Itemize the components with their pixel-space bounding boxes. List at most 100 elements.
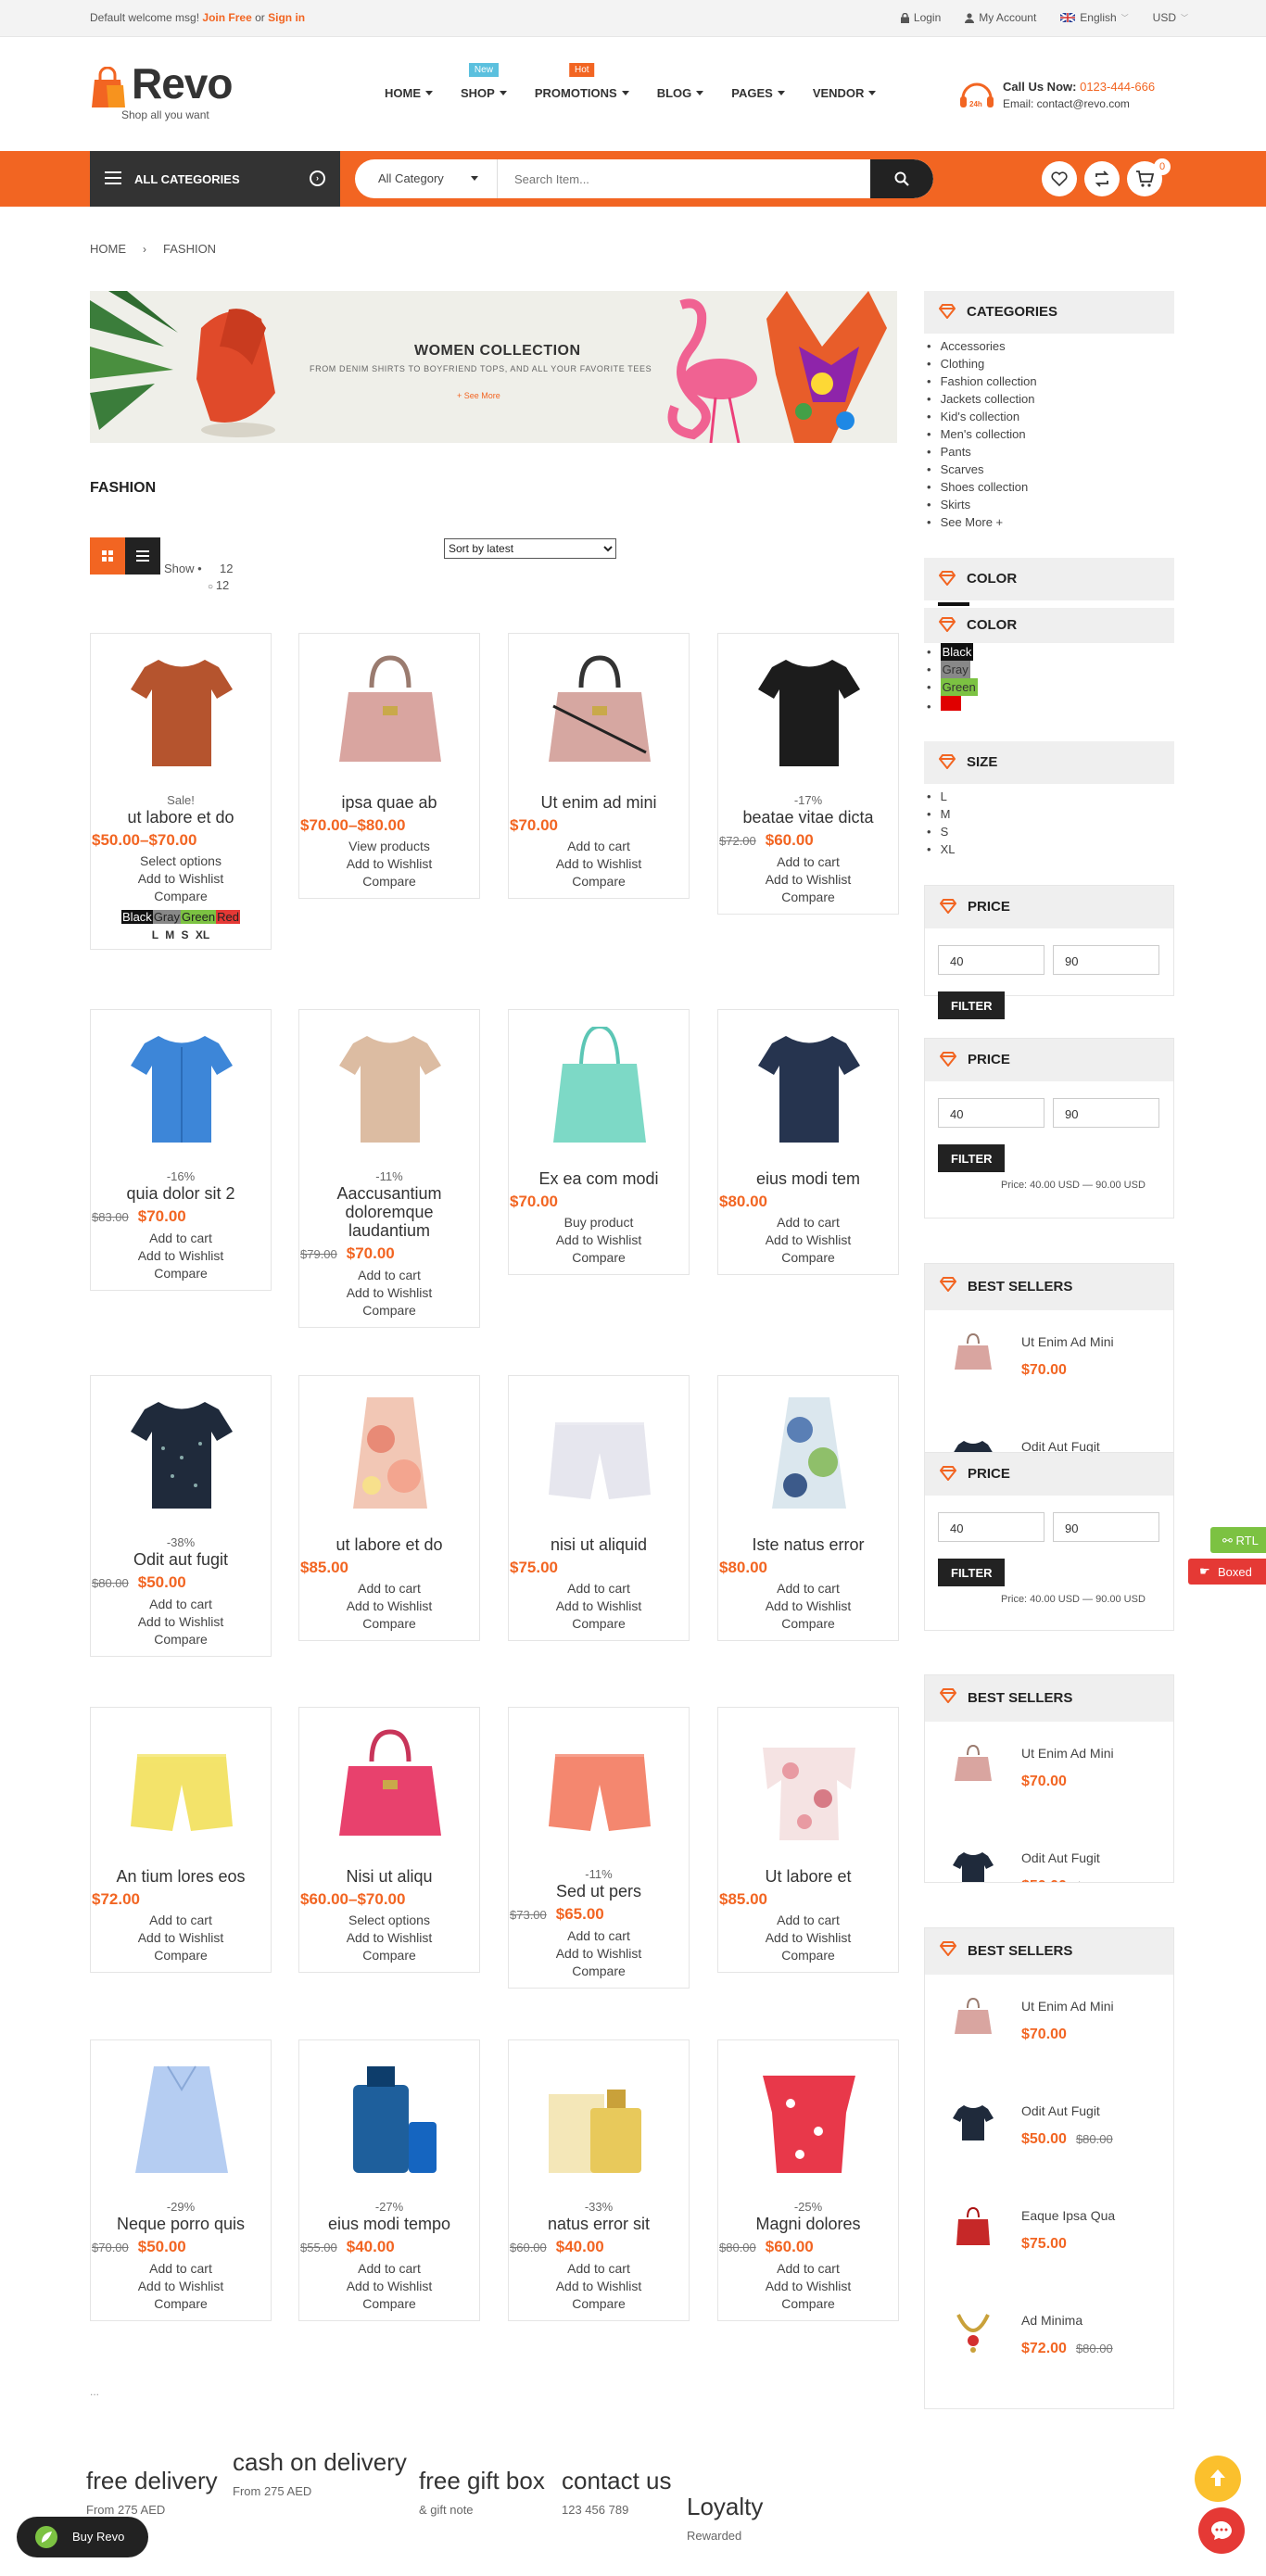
- search-category-select[interactable]: All Category: [355, 159, 498, 198]
- product-action-add-to-wishlist[interactable]: Add to Wishlist: [299, 1929, 479, 1947]
- product-card[interactable]: -11% Aaccusantium doloremque laudantium $7…: [298, 1009, 480, 1328]
- best-seller-name[interactable]: Ut Enim Ad Mini: [1021, 1334, 1114, 1349]
- nav-item-blog[interactable]: BLOG: [657, 86, 704, 100]
- product-image[interactable]: [544, 1393, 655, 1513]
- product-name[interactable]: Aaccusantium doloremque laudantium: [299, 1184, 479, 1240]
- product-card[interactable]: ut labore et do $85.00 Add to cart Add to W…: [298, 1375, 480, 1641]
- category-item[interactable]: Jackets collection: [927, 390, 1037, 408]
- product-action-add-to-cart[interactable]: Add to cart: [718, 853, 898, 871]
- product-action-add-to-wishlist[interactable]: Add to Wishlist: [299, 2278, 479, 2295]
- category-item[interactable]: Skirts: [927, 496, 1037, 513]
- product-card[interactable]: An tium lores eos $72.00 Add to cart Add to…: [90, 1707, 272, 1973]
- product-action-compare[interactable]: Compare: [718, 1615, 898, 1633]
- search-button[interactable]: [870, 159, 933, 198]
- product-image-area[interactable]: [718, 1010, 898, 1164]
- color-filter-item[interactable]: [927, 696, 978, 715]
- product-card[interactable]: -16% quia dolor sit 2 $83.00 $70.00 Add to c…: [90, 1009, 272, 1291]
- product-action-compare[interactable]: Compare: [299, 873, 479, 890]
- product-image[interactable]: [126, 1027, 237, 1147]
- buy-revo-button[interactable]: Buy Revo: [17, 2517, 148, 2557]
- product-image-area[interactable]: [718, 1708, 898, 1862]
- product-action-add-to-cart[interactable]: Add to cart: [718, 1912, 898, 1929]
- product-image[interactable]: [335, 1027, 446, 1147]
- product-card[interactable]: Ut labore et $85.00 Add to cart Add to Wish…: [717, 1707, 899, 1973]
- product-image[interactable]: [753, 2057, 865, 2178]
- color-filter-item[interactable]: Green: [927, 678, 978, 696]
- login-link[interactable]: Login: [900, 11, 941, 24]
- back-to-top-button[interactable]: [1195, 2456, 1241, 2502]
- nav-item-home[interactable]: HOME: [385, 86, 433, 100]
- product-action-select-options[interactable]: Select options: [299, 1912, 479, 1929]
- call-phone[interactable]: 0123-444-666: [1080, 80, 1155, 94]
- best-seller-thumbnail[interactable]: [951, 1435, 995, 1453]
- product-card[interactable]: -25% Magni dolores $80.00 $60.00 Add to cart…: [717, 2039, 899, 2321]
- color-swatch[interactable]: Gray: [152, 910, 181, 924]
- product-action-buy-product[interactable]: Buy product: [509, 1214, 689, 1231]
- product-action-add-to-wishlist[interactable]: Add to Wishlist: [509, 855, 689, 873]
- per-page-selector[interactable]: 12 ○ 12: [208, 561, 233, 596]
- product-name[interactable]: eius modi tem: [718, 1169, 898, 1188]
- best-seller-thumbnail[interactable]: [951, 1742, 995, 1787]
- size-options[interactable]: L M S XL: [91, 928, 271, 941]
- product-action-compare[interactable]: Compare: [509, 2295, 689, 2313]
- chat-button[interactable]: [1198, 2507, 1245, 2554]
- filter-button[interactable]: FILTER: [938, 1559, 1005, 1586]
- product-action-compare[interactable]: Compare: [509, 1615, 689, 1633]
- best-seller-name[interactable]: Odit Aut Fugit: [1021, 1850, 1100, 1865]
- product-name[interactable]: Magni dolores: [718, 2215, 898, 2233]
- price-min-input[interactable]: 40: [938, 945, 1044, 975]
- product-card[interactable]: ipsa quae ab $70.00–$80.00 View products Ad…: [298, 633, 480, 899]
- product-action-view-products[interactable]: View products: [299, 838, 479, 855]
- product-action-add-to-wishlist[interactable]: Add to Wishlist: [718, 871, 898, 889]
- best-seller-thumbnail[interactable]: [951, 2309, 995, 2354]
- product-card[interactable]: Sale! ut labore et do $50.00–$70.00 Select …: [90, 633, 272, 950]
- product-action-add-to-cart[interactable]: Add to cart: [509, 2260, 689, 2278]
- wishlist-button[interactable]: [1042, 161, 1077, 196]
- product-name[interactable]: beatae vitae dicta: [718, 808, 898, 827]
- product-action-compare[interactable]: Compare: [299, 1947, 479, 1964]
- product-image[interactable]: [753, 1393, 865, 1513]
- size-filter-item[interactable]: XL: [927, 840, 956, 858]
- product-card[interactable]: -27% eius modi tempo $55.00 $40.00 Add to ca…: [298, 2039, 480, 2321]
- product-action-compare[interactable]: Compare: [509, 1249, 689, 1267]
- product-image-area[interactable]: [718, 1376, 898, 1530]
- nav-item-pages[interactable]: PAGES: [731, 86, 785, 100]
- product-action-compare[interactable]: Compare: [509, 1963, 689, 1980]
- product-action-add-to-cart[interactable]: Add to cart: [299, 2260, 479, 2278]
- product-image-area[interactable]: [299, 634, 479, 788]
- product-action-add-to-wishlist[interactable]: Add to Wishlist: [509, 1231, 689, 1249]
- my-account-link[interactable]: My Account: [965, 11, 1036, 24]
- logo-bag-icon[interactable]: [90, 67, 125, 109]
- best-seller-name[interactable]: Ad Minima: [1021, 2313, 1082, 2328]
- nav-item-promotions[interactable]: PROMOTIONS Hot: [535, 63, 629, 100]
- product-name[interactable]: natus error sit: [509, 2215, 689, 2233]
- category-item[interactable]: Accessories: [927, 337, 1037, 355]
- product-name[interactable]: ipsa quae ab: [299, 793, 479, 812]
- product-action-add-to-cart[interactable]: Add to cart: [91, 1596, 271, 1613]
- product-action-add-to-wishlist[interactable]: Add to Wishlist: [299, 1284, 479, 1302]
- product-name[interactable]: eius modi tempo: [299, 2215, 479, 2233]
- per-page-value[interactable]: 12: [220, 561, 233, 577]
- sort-select[interactable]: Sort by latest: [444, 538, 616, 559]
- product-image[interactable]: [335, 1724, 446, 1845]
- product-card[interactable]: nisi ut aliquid $75.00 Add to cart Add to W…: [508, 1375, 690, 1641]
- product-action-compare[interactable]: Compare: [299, 2295, 479, 2313]
- product-action-compare[interactable]: Compare: [718, 1249, 898, 1267]
- product-image-area[interactable]: [718, 634, 898, 788]
- pagination[interactable]: ...: [90, 2385, 99, 2398]
- color-filter-item[interactable]: Gray: [927, 661, 978, 678]
- list-view-button[interactable]: [125, 537, 160, 575]
- product-action-compare[interactable]: Compare: [509, 873, 689, 890]
- currency-selector[interactable]: USD ﹀: [1153, 11, 1188, 24]
- product-image-area[interactable]: [509, 1708, 689, 1862]
- product-card[interactable]: Iste natus error $80.00 Add to cart Add to …: [717, 1375, 899, 1641]
- language-selector[interactable]: English ﹀: [1060, 11, 1129, 24]
- filter-button[interactable]: FILTER: [938, 1144, 1005, 1172]
- product-image[interactable]: [753, 1027, 865, 1147]
- product-name[interactable]: Ex ea com modi: [509, 1169, 689, 1188]
- product-action-add-to-cart[interactable]: Add to cart: [718, 2260, 898, 2278]
- product-card[interactable]: -11% Sed ut pers $73.00 $65.00 Add to cart Ad…: [508, 1707, 690, 1989]
- product-action-add-to-cart[interactable]: Add to cart: [509, 838, 689, 855]
- product-action-compare[interactable]: Compare: [718, 1947, 898, 1964]
- product-action-add-to-cart[interactable]: Add to cart: [299, 1580, 479, 1597]
